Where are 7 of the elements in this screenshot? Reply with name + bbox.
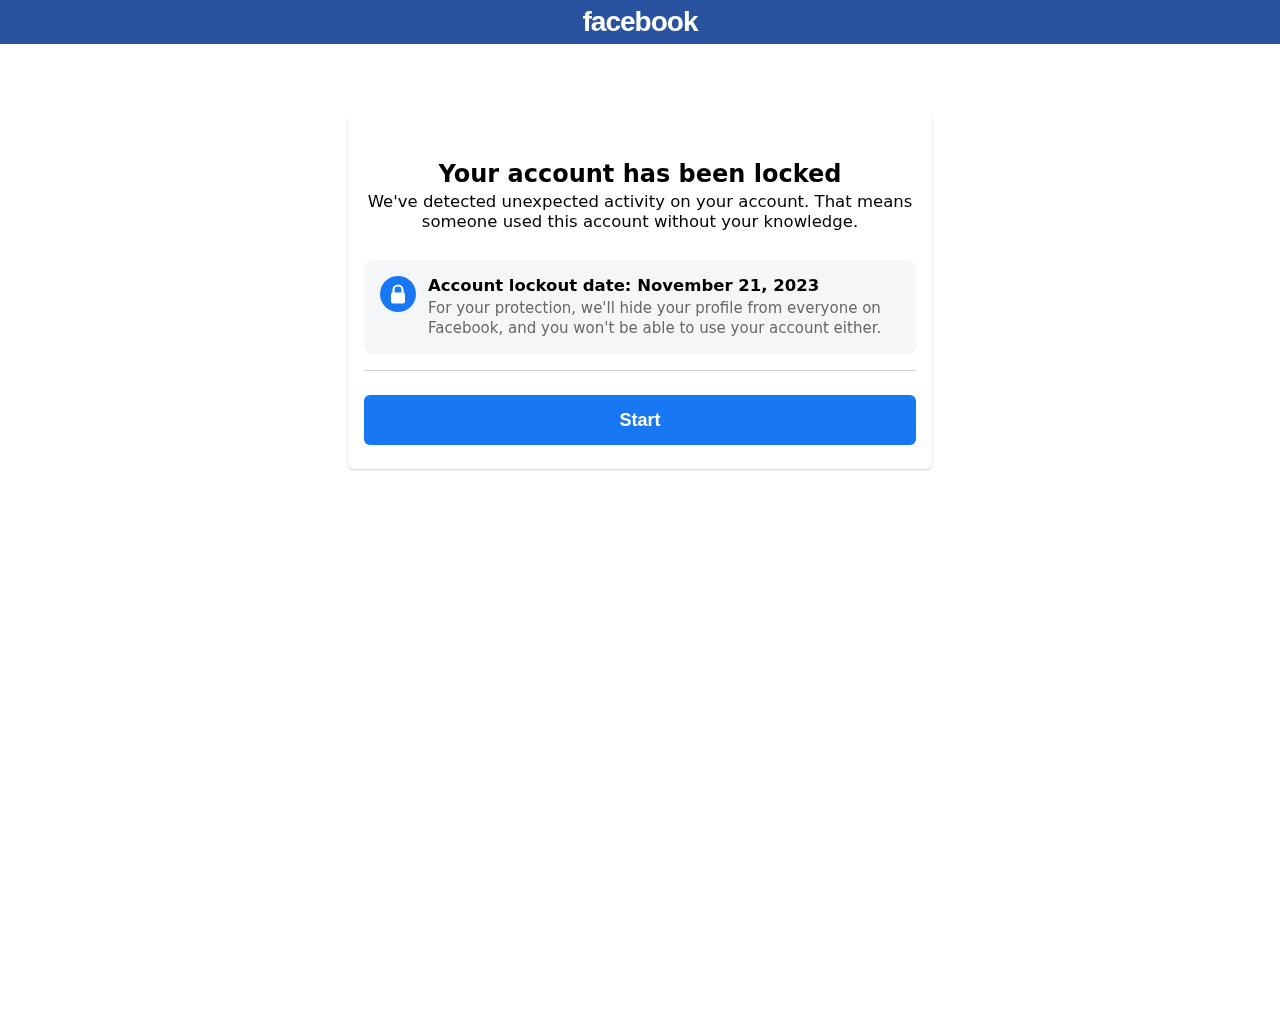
notice-text: For your protection, we'll hide your profile from everyone on Facebook, and you won't be able to use your account either. [428, 298, 883, 338]
lock-icon [380, 276, 416, 312]
page-title: Your account has been locked [437, 160, 843, 188]
start-button[interactable]: Start [364, 395, 916, 445]
description: We've detected unexpected activity on your account. That means someone used this account without your knowledge. [366, 192, 914, 232]
lockout-date: Account lockout date: November 21, 2023 [428, 276, 821, 296]
logo[interactable]: facebook [582, 6, 698, 38]
